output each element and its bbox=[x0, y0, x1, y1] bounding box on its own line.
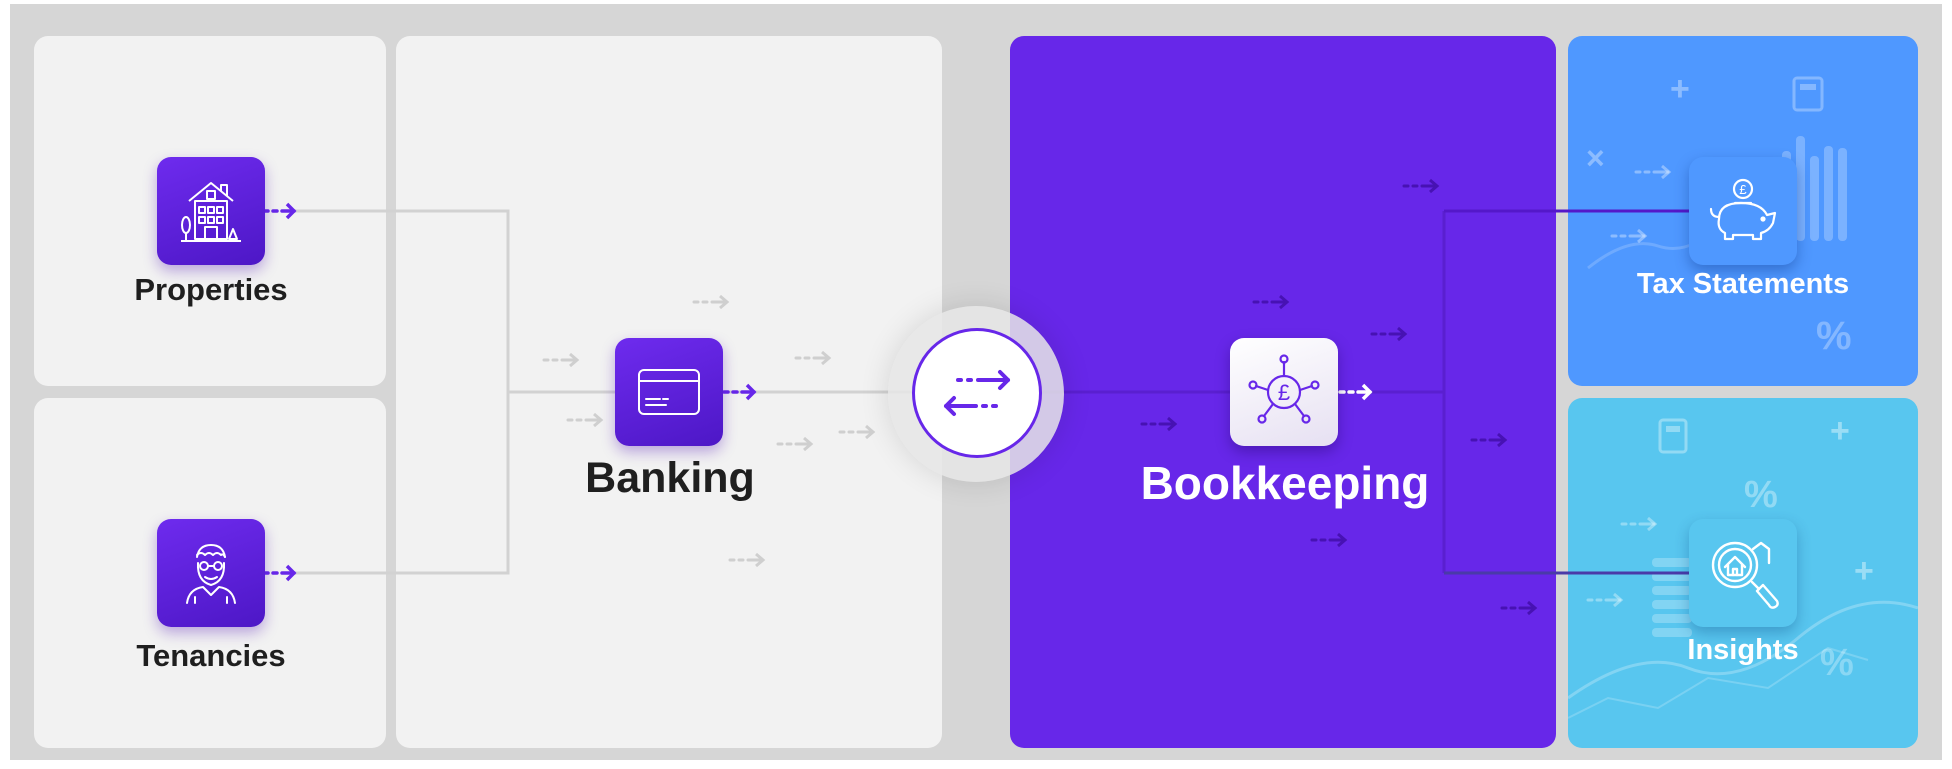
bookkeeping-label: Bookkeeping bbox=[1140, 457, 1430, 509]
svg-text:£: £ bbox=[1739, 182, 1747, 197]
piggy-bank-icon: £ bbox=[1709, 178, 1777, 241]
insights-label: Insights bbox=[1687, 634, 1799, 666]
input-connector bbox=[286, 209, 510, 575]
banking-tile bbox=[615, 338, 723, 446]
tax-statements-label: Tax Statements bbox=[1636, 268, 1850, 300]
flow-diagram: + × % + % + % Properties Tenancies Banki… bbox=[0, 0, 1952, 769]
tenancies-label: Tenancies bbox=[136, 638, 286, 673]
tax-statements-tile: £ bbox=[1689, 157, 1797, 265]
house-search-icon bbox=[1711, 541, 1779, 609]
house-icon bbox=[181, 182, 241, 242]
bookkeeping-bg-arrows bbox=[1140, 178, 1538, 616]
svg-text:£: £ bbox=[1278, 380, 1290, 405]
tenancies-tile bbox=[157, 519, 265, 627]
bidirectional-arrows-icon bbox=[944, 370, 1010, 416]
insights-tile bbox=[1689, 519, 1797, 627]
exchange-node bbox=[912, 328, 1042, 458]
properties-tile bbox=[157, 157, 265, 265]
tenant-person-icon bbox=[186, 544, 236, 604]
properties-label: Properties bbox=[134, 272, 288, 307]
banking-label: Banking bbox=[585, 454, 755, 502]
bookkeeping-tile: £ bbox=[1230, 338, 1338, 446]
bank-card-icon bbox=[638, 369, 700, 415]
pound-network-icon: £ bbox=[1248, 354, 1320, 424]
